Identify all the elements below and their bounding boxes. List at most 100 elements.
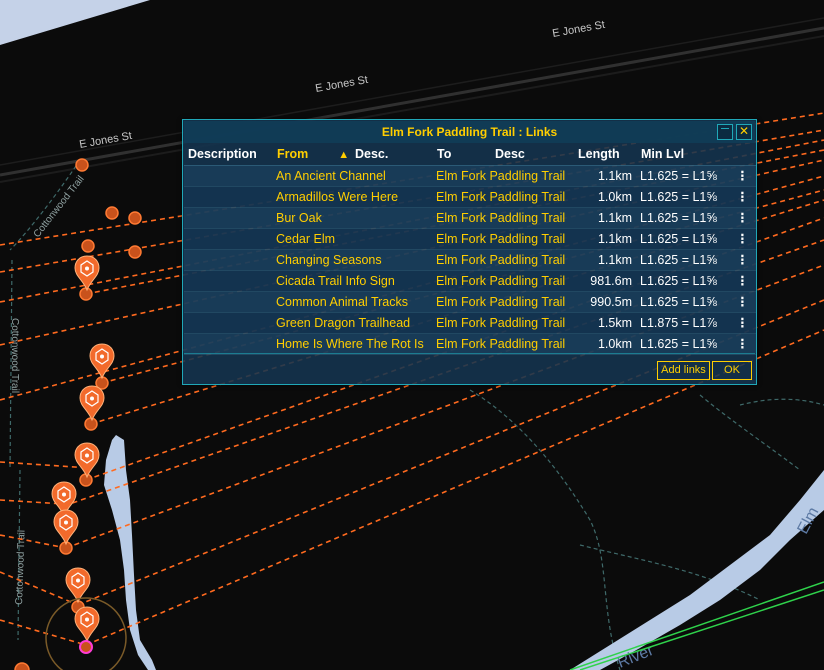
row-menu-icon[interactable]: ⋮	[726, 186, 756, 208]
cell-from[interactable]: Home Is Where The Rot Is	[273, 333, 433, 355]
portal-icon[interactable]	[81, 239, 95, 253]
portal-pin-icon[interactable]	[65, 567, 91, 604]
cell-min-lvl: L1.625 = L1⅝	[637, 333, 726, 355]
cell-from[interactable]: Cedar Elm	[273, 228, 433, 250]
add-links-button[interactable]: Add links	[657, 361, 710, 380]
table-row[interactable]: Cedar Elm Elm Fork Paddling Trail 1.1km L1.…	[184, 228, 756, 250]
row-menu-icon[interactable]: ⋮	[726, 165, 756, 187]
cell-from[interactable]: Green Dragon Trailhead	[273, 312, 433, 334]
cell-length: 1.0km	[574, 186, 637, 208]
column-header-length[interactable]: Length	[574, 144, 637, 166]
row-menu-icon[interactable]: ⋮	[726, 228, 756, 250]
cell-from[interactable]: Changing Seasons	[273, 249, 433, 271]
portal-icon[interactable]	[75, 158, 89, 172]
row-menu-icon[interactable]: ⋮	[726, 291, 756, 313]
links-dialog: Elm Fork Paddling Trail : Links ✕ Descri…	[182, 119, 757, 385]
table-row[interactable]: An Ancient Channel Elm Fork Paddling Trai…	[184, 165, 756, 187]
row-menu-icon[interactable]: ⋮	[726, 270, 756, 292]
cell-to[interactable]: Elm Fork Paddling Trail	[433, 165, 574, 187]
table-row[interactable]: Cicada Trail Info Sign Elm Fork Paddling …	[184, 270, 756, 292]
cell-description	[184, 249, 273, 271]
column-header-to-desc[interactable]: Desc	[491, 144, 574, 166]
row-menu-icon[interactable]: ⋮	[726, 249, 756, 271]
cell-to[interactable]: Elm Fork Paddling Trail	[433, 207, 574, 229]
portal-icon[interactable]	[105, 206, 119, 220]
column-header-menu	[726, 144, 756, 166]
cell-from[interactable]: Cicada Trail Info Sign	[273, 270, 433, 292]
portal-pins	[51, 255, 115, 643]
cell-length: 1.5km	[574, 312, 637, 334]
cell-length: 990.5m	[574, 291, 637, 313]
cell-description	[184, 270, 273, 292]
cell-length: 1.1km	[574, 249, 637, 271]
cell-min-lvl: L1.625 = L1⅝	[637, 291, 726, 313]
cell-from[interactable]: Common Animal Tracks	[273, 291, 433, 313]
cell-description	[184, 312, 273, 334]
links-table: Description From ▲ Desc. To Desc Length M…	[184, 144, 756, 355]
water-area	[0, 0, 150, 45]
cell-to[interactable]: Elm Fork Paddling Trail	[433, 228, 574, 250]
table-row[interactable]: Green Dragon Trailhead Elm Fork Paddling …	[184, 312, 756, 334]
minimize-icon[interactable]	[717, 124, 733, 140]
cell-from[interactable]: Bur Oak	[273, 207, 433, 229]
column-header-to[interactable]: To	[433, 144, 491, 166]
row-menu-icon[interactable]: ⋮	[726, 333, 756, 355]
portal-pin-icon[interactable]	[74, 606, 100, 643]
trail-path	[739, 398, 824, 406]
cell-to[interactable]: Elm Fork Paddling Trail	[433, 291, 574, 313]
close-icon[interactable]: ✕	[736, 124, 752, 140]
cell-to[interactable]: Elm Fork Paddling Trail	[433, 249, 574, 271]
cell-description	[184, 291, 273, 313]
cell-to[interactable]: Elm Fork Paddling Trail	[433, 186, 574, 208]
row-menu-icon[interactable]: ⋮	[726, 207, 756, 229]
cell-min-lvl: L1.875 = L1⅞	[637, 312, 726, 334]
portal-icon[interactable]	[14, 662, 30, 670]
portal-icon[interactable]	[128, 211, 142, 225]
cell-length: 1.1km	[574, 207, 637, 229]
cell-from[interactable]: Armadillos Were Here	[273, 186, 433, 208]
river-water	[570, 470, 824, 670]
cell-description	[184, 165, 273, 187]
column-header-from-desc[interactable]: Desc.	[351, 144, 433, 166]
cell-min-lvl: L1.625 = L1⅝	[637, 165, 726, 187]
dialog-titlebar[interactable]: Elm Fork Paddling Trail : Links ✕	[184, 121, 755, 143]
table-row[interactable]: Changing Seasons Elm Fork Paddling Trail 1…	[184, 249, 756, 271]
trail-label: Cottonwood Trail	[32, 174, 87, 240]
portal-icon[interactable]	[128, 245, 142, 259]
row-menu-icon[interactable]: ⋮	[726, 312, 756, 334]
cell-description	[184, 186, 273, 208]
table-row[interactable]: Common Animal Tracks Elm Fork Paddling Tr…	[184, 291, 756, 313]
cell-to[interactable]: Elm Fork Paddling Trail	[433, 333, 574, 355]
cell-from[interactable]: An Ancient Channel	[273, 165, 433, 187]
trail-label: Cottonwood Trail	[14, 530, 28, 605]
portal-pin-icon[interactable]	[74, 255, 100, 292]
portal-pin-icon[interactable]	[53, 509, 79, 546]
column-header-min-lvl[interactable]: Min Lvl	[637, 144, 726, 166]
portal-icon[interactable]	[84, 417, 98, 431]
selected-portal-icon[interactable]	[79, 640, 93, 654]
table-row[interactable]: Home Is Where The Rot Is Elm Fork Paddlin…	[184, 333, 756, 355]
trail-label: Cottonwood Trail	[9, 318, 20, 393]
cell-to[interactable]: Elm Fork Paddling Trail	[433, 270, 574, 292]
portal-pin-icon[interactable]	[89, 343, 115, 380]
cell-length: 1.0km	[574, 333, 637, 355]
table-row[interactable]: Armadillos Were Here Elm Fork Paddling Tr…	[184, 186, 756, 208]
table-header-row: Description From ▲ Desc. To Desc Length M…	[184, 144, 756, 166]
cell-description	[184, 228, 273, 250]
portal-icon[interactable]	[79, 287, 93, 301]
cell-length: 981.6m	[574, 270, 637, 292]
column-header-from[interactable]: From ▲	[273, 144, 351, 166]
ok-button[interactable]: OK	[712, 361, 752, 380]
cell-to[interactable]: Elm Fork Paddling Trail	[433, 312, 574, 334]
column-header-from-label: From	[277, 147, 309, 162]
cell-min-lvl: L1.625 = L1⅝	[637, 207, 726, 229]
table-row[interactable]: Bur Oak Elm Fork Paddling Trail 1.1km L1.62…	[184, 207, 756, 229]
portal-pin-icon[interactable]	[74, 442, 100, 479]
column-header-description[interactable]: Description	[184, 144, 273, 166]
street-label: E Jones St	[78, 130, 132, 151]
street-label: E Jones St	[551, 19, 605, 40]
trail-path	[469, 389, 621, 670]
portal-pin-icon[interactable]	[79, 385, 105, 422]
trail-path	[699, 394, 801, 471]
sort-ascending-icon: ▲	[338, 149, 350, 162]
